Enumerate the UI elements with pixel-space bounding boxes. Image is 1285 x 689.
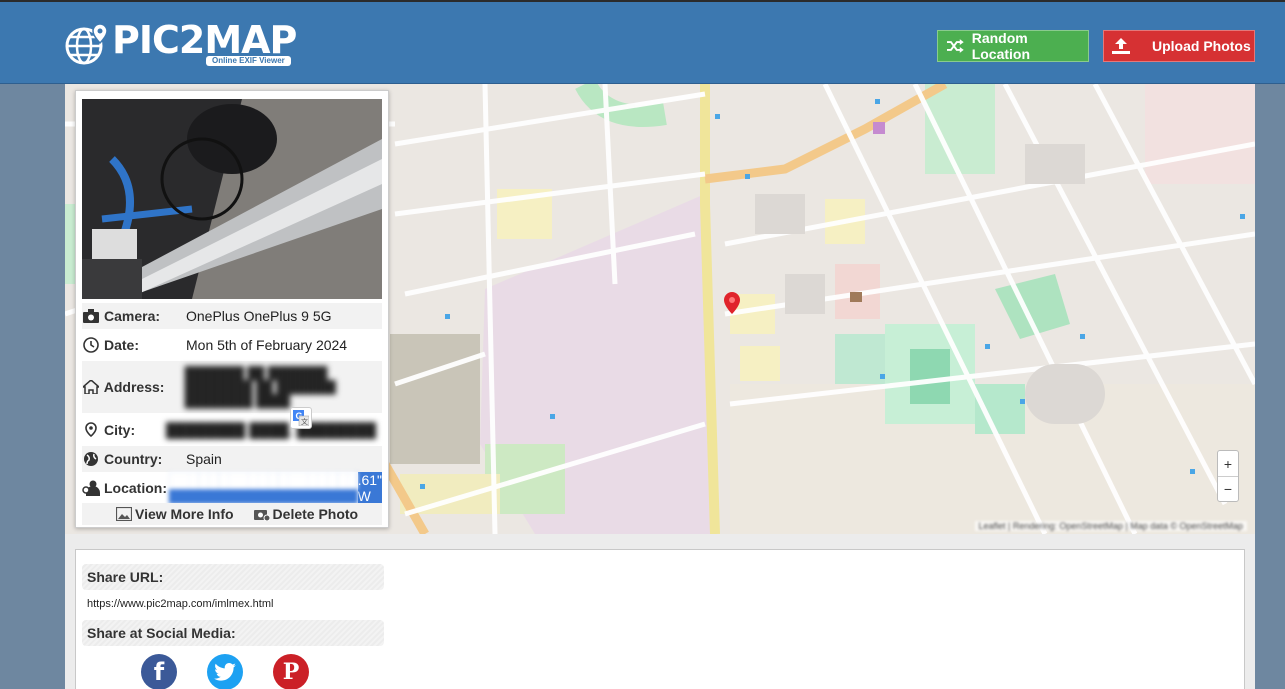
zoom-control: + − [1217, 450, 1239, 502]
view-more-info-button[interactable]: View More Info [116, 506, 234, 522]
image-icon [116, 507, 132, 521]
location-value-tail: .61" W [357, 472, 382, 504]
country-label: Country: [104, 451, 163, 467]
city-label: City: [104, 422, 136, 438]
globe-icon [82, 451, 100, 467]
camera-value: OnePlus OnePlus 9 5G [186, 308, 332, 324]
date-value: Mon 5th of February 2024 [186, 337, 348, 353]
camera-row: Camera: OnePlus OnePlus 9 5G [82, 303, 382, 329]
person-pin-icon [82, 480, 100, 496]
site-logo[interactable]: PIC2MAP Online EXIF Viewer [64, 18, 297, 68]
camera-icon [82, 308, 100, 324]
zoom-in-button[interactable]: + [1218, 451, 1238, 476]
share-section: Share URL: https://www.pic2map.com/imlme… [75, 549, 1245, 689]
map-attribution: Leaflet | Rendering: OpenStreetMap | Map… [974, 521, 1247, 531]
delete-photo-label: Delete Photo [272, 506, 359, 522]
location-row: Location: ███████████████████ .61" W [82, 472, 382, 504]
location-label: Location: [104, 480, 167, 496]
shuffle-icon [946, 39, 964, 53]
delete-photo-button[interactable]: Delete Photo [253, 506, 359, 522]
view-more-info-label: View More Info [135, 506, 234, 522]
zoom-out-button[interactable]: − [1218, 476, 1238, 501]
twitter-icon [214, 663, 236, 681]
map-pin-icon [82, 422, 100, 438]
city-row: City: ████████ ████, ████████ [82, 417, 382, 443]
upload-icon [1112, 38, 1130, 54]
location-value-hidden: ███████████████████ [169, 472, 358, 504]
address-value: ███████ ██ ███████ ████████ ██ ███████ █… [184, 366, 336, 408]
clock-icon [82, 337, 100, 353]
google-translate-icon[interactable]: G文 [290, 407, 312, 429]
logo-subtitle: Online EXIF Viewer [206, 56, 291, 66]
address-label: Address: [103, 379, 165, 395]
facebook-share-button[interactable]: f [141, 654, 177, 689]
camera-label: Camera: [104, 308, 161, 324]
pinterest-share-button[interactable]: P [273, 654, 309, 689]
country-value: Spain [186, 451, 222, 467]
share-social-heading: Share at Social Media: [82, 620, 384, 646]
twitter-share-button[interactable] [207, 654, 243, 689]
share-url-value[interactable]: https://www.pic2map.com/imlmex.html [87, 598, 273, 610]
share-url-heading: Share URL: [82, 564, 384, 590]
random-location-label: Random Location [971, 30, 1031, 62]
svg-text:文: 文 [301, 417, 308, 426]
camera-delete-icon [253, 510, 270, 521]
location-marker-icon[interactable] [723, 292, 741, 314]
logo-text: PIC2MAP [112, 18, 297, 62]
facebook-icon: f [153, 658, 165, 686]
home-icon [82, 379, 100, 395]
upload-photos-button[interactable]: Upload Photos [1103, 30, 1255, 62]
upload-photos-label: Upload Photos [1152, 38, 1251, 54]
address-row: Address: ███████ ██ ███████ ████████ ██ … [82, 361, 382, 413]
panel-actions: View More Info Delete Photo [82, 503, 382, 525]
date-label: Date: [104, 337, 140, 353]
photo-thumbnail[interactable] [82, 99, 382, 299]
globe-pin-icon [65, 23, 108, 65]
site-header: PIC2MAP Online EXIF Viewer Random Locati… [0, 0, 1285, 84]
pinterest-icon: P [282, 659, 300, 685]
random-location-button[interactable]: Random Location [937, 30, 1089, 62]
photo-info-panel: Camera: OnePlus OnePlus 9 5G Date: Mon 5… [75, 90, 389, 528]
city-value: ████████ ████, ████████ [166, 422, 377, 438]
country-row: Country: Spain [82, 446, 382, 472]
location-value[interactable]: ███████████████████ .61" W [169, 472, 382, 504]
date-row: Date: Mon 5th of February 2024 [82, 332, 382, 358]
